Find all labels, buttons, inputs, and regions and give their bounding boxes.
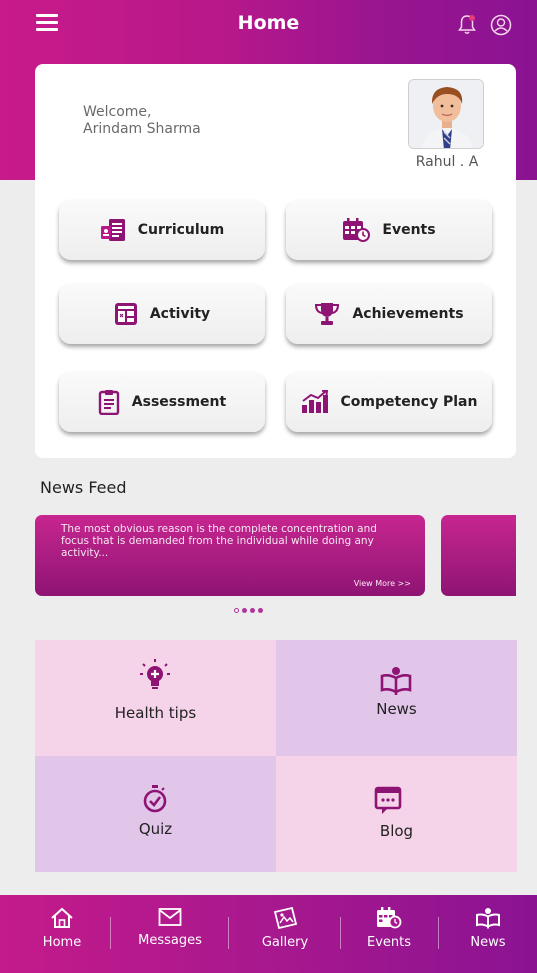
- events-button[interactable]: Events: [286, 200, 492, 260]
- news-icon: [380, 667, 412, 695]
- curriculum-icon: [100, 219, 125, 241]
- stopwatch-icon: [143, 785, 167, 813]
- nav-gallery[interactable]: Gallery: [250, 895, 320, 973]
- news-tile[interactable]: News: [276, 640, 517, 756]
- student-photo: [409, 80, 483, 148]
- trophy-icon: [315, 303, 340, 325]
- news-label: News: [376, 700, 417, 718]
- events-label: Events: [382, 222, 436, 238]
- bottom-navigation: Home Messages Gallery Events News: [0, 895, 537, 973]
- carousel-dot[interactable]: [242, 608, 247, 613]
- clipboard-icon: [98, 390, 119, 415]
- calendar-icon: [377, 907, 402, 929]
- parent-name: Arindam Sharma: [83, 121, 201, 137]
- achievements-button[interactable]: Achievements: [286, 284, 492, 344]
- achievements-label: Achievements: [352, 306, 464, 322]
- news-feed-card[interactable]: The most obvious reason is the complete …: [35, 515, 425, 596]
- nav-home-label: Home: [42, 935, 82, 950]
- nav-news[interactable]: News: [458, 895, 518, 973]
- nav-news-label: News: [470, 935, 506, 950]
- nav-events[interactable]: Events: [358, 895, 420, 973]
- competency-plan-button[interactable]: Competency Plan: [286, 372, 492, 432]
- student-avatar[interactable]: [408, 79, 484, 149]
- notification-bell-icon[interactable]: [457, 14, 477, 36]
- quiz-label: Quiz: [138, 820, 173, 838]
- nav-gallery-label: Gallery: [261, 935, 309, 950]
- blog-label: Blog: [379, 822, 414, 840]
- chat-icon: [374, 786, 402, 814]
- gallery-icon: [273, 907, 298, 929]
- health-tips-tile[interactable]: Health tips: [35, 640, 276, 756]
- nav-home[interactable]: Home: [32, 895, 92, 973]
- news-feed-card-next[interactable]: [441, 515, 516, 596]
- nav-messages-label: Messages: [138, 933, 202, 948]
- activity-button[interactable]: Activity: [59, 284, 265, 344]
- nav-messages[interactable]: Messages: [128, 895, 212, 973]
- user-profile-icon[interactable]: [490, 14, 512, 36]
- carousel-dot[interactable]: [234, 608, 239, 613]
- home-icon: [51, 907, 73, 928]
- carousel-dot[interactable]: [258, 608, 263, 613]
- student-name: Rahul . A: [415, 154, 479, 170]
- lightbulb-icon: [140, 659, 170, 689]
- welcome-block: Welcome, Arindam Sharma: [83, 104, 201, 138]
- chart-icon: [301, 390, 328, 413]
- welcome-greeting: Welcome,: [83, 104, 152, 120]
- news-icon: [476, 908, 500, 929]
- competency-plan-label: Competency Plan: [340, 394, 478, 410]
- quiz-tile[interactable]: Quiz: [35, 756, 276, 872]
- news-feed-title: News Feed: [40, 478, 127, 497]
- carousel-indicator: [234, 608, 263, 613]
- nav-divider: [110, 917, 111, 949]
- health-tips-label: Health tips: [114, 704, 197, 722]
- curriculum-button[interactable]: Curriculum: [59, 200, 265, 260]
- activity-label: Activity: [149, 306, 211, 322]
- blog-tile[interactable]: Blog: [276, 756, 517, 872]
- news-feed-text: The most obvious reason is the complete …: [61, 523, 377, 559]
- assessment-button[interactable]: Assessment: [59, 372, 265, 432]
- calendar-icon: [343, 218, 371, 242]
- curriculum-label: Curriculum: [137, 222, 225, 238]
- carousel-dot[interactable]: [250, 608, 255, 613]
- assessment-label: Assessment: [131, 394, 227, 410]
- view-more-link[interactable]: View More >>: [354, 579, 411, 588]
- activity-icon: [114, 303, 137, 325]
- nav-divider: [438, 917, 439, 949]
- top-app-bar: Home: [0, 0, 537, 50]
- nav-events-label: Events: [366, 935, 411, 950]
- nav-divider: [228, 917, 229, 949]
- envelope-icon: [158, 908, 182, 926]
- nav-divider: [340, 917, 341, 949]
